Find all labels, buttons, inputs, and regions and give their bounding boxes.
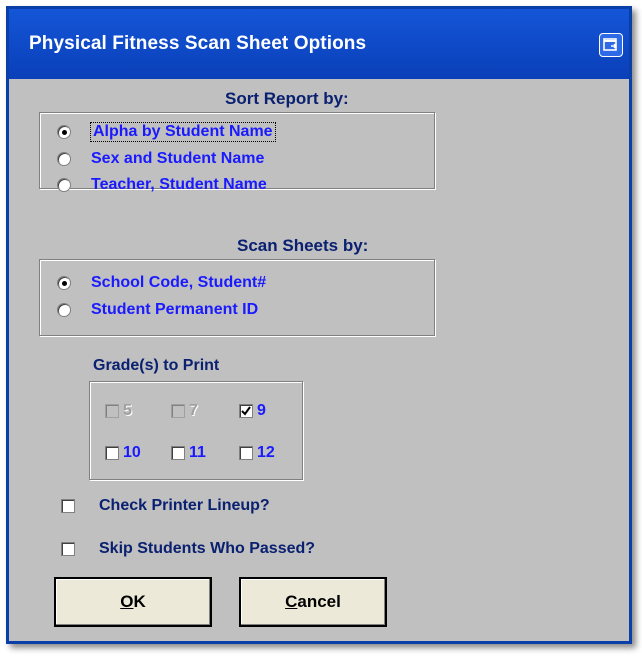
skip-passed-label[interactable]: Skip Students Who Passed? xyxy=(99,540,315,558)
window-title: Physical Fitness Scan Sheet Options xyxy=(29,33,367,54)
grade-10-checkbox[interactable]: 10 xyxy=(105,444,141,462)
checkbox xyxy=(171,404,185,418)
grade-11-checkbox[interactable]: 11 xyxy=(171,444,206,462)
check-printer-lineup-checkbox[interactable]: Check Printer Lineup? xyxy=(61,497,270,515)
sort-report-heading: Sort Report by: xyxy=(225,89,349,108)
sort-option-label[interactable]: Alpha by Student Name xyxy=(90,122,276,142)
checkbox[interactable] xyxy=(105,446,119,460)
sort-option-sex[interactable]: Sex and Student Name xyxy=(57,150,264,168)
scan-option-permanent-id[interactable]: Student Permanent ID xyxy=(57,301,258,319)
ok-accelerator: O xyxy=(120,592,134,611)
grades-groupbox xyxy=(89,381,303,480)
cancel-label-rest: ancel xyxy=(297,592,341,611)
radio-button[interactable] xyxy=(57,303,71,317)
radio-button-selected[interactable] xyxy=(57,125,71,139)
skip-passed-checkbox[interactable]: Skip Students Who Passed? xyxy=(61,540,315,558)
scan-sheets-groupbox xyxy=(39,259,435,336)
grade-label: 5 xyxy=(123,402,132,419)
grade-label[interactable]: 12 xyxy=(257,444,275,462)
grade-5-checkbox: 5 xyxy=(105,402,132,420)
checkbox[interactable] xyxy=(239,446,253,460)
checkbox[interactable] xyxy=(61,499,75,513)
checkbox-checked[interactable] xyxy=(239,404,253,418)
restore-window-icon[interactable] xyxy=(599,33,623,57)
grade-label[interactable]: 10 xyxy=(123,444,141,462)
checkbox[interactable] xyxy=(171,446,185,460)
title-bar[interactable]: Physical Fitness Scan Sheet Options xyxy=(9,9,629,79)
radio-button-selected[interactable] xyxy=(57,276,71,290)
sort-option-alpha[interactable]: Alpha by Student Name xyxy=(57,122,276,142)
dialog-window: Physical Fitness Scan Sheet Options Sort… xyxy=(6,6,632,644)
radio-button[interactable] xyxy=(57,152,71,166)
radio-button[interactable] xyxy=(57,178,71,192)
checkbox xyxy=(105,404,119,418)
scan-option-label[interactable]: School Code, Student# xyxy=(91,274,266,292)
sort-option-label[interactable]: Sex and Student Name xyxy=(91,150,264,168)
grade-9-checkbox[interactable]: 9 xyxy=(239,402,266,420)
grade-label[interactable]: 9 xyxy=(257,402,266,420)
cancel-button[interactable]: Cancel xyxy=(239,577,387,627)
grade-label: 7 xyxy=(189,402,198,419)
sort-option-teacher[interactable]: Teacher, Student Name xyxy=(57,176,267,194)
grade-12-checkbox[interactable]: 12 xyxy=(239,444,275,462)
grades-heading: Grade(s) to Print xyxy=(93,357,220,374)
check-printer-lineup-label[interactable]: Check Printer Lineup? xyxy=(99,497,270,515)
grade-7-checkbox: 7 xyxy=(171,402,198,420)
scan-option-label[interactable]: Student Permanent ID xyxy=(91,301,258,319)
grade-label[interactable]: 11 xyxy=(189,444,206,462)
ok-button[interactable]: OK xyxy=(54,577,212,627)
sort-option-label[interactable]: Teacher, Student Name xyxy=(91,176,267,194)
cancel-accelerator: C xyxy=(285,592,298,611)
checkmark-icon xyxy=(241,406,251,416)
checkbox[interactable] xyxy=(61,542,75,556)
ok-label-rest: K xyxy=(133,592,146,611)
scan-option-school-code[interactable]: School Code, Student# xyxy=(57,274,266,292)
scan-sheets-heading: Scan Sheets by: xyxy=(237,236,369,255)
